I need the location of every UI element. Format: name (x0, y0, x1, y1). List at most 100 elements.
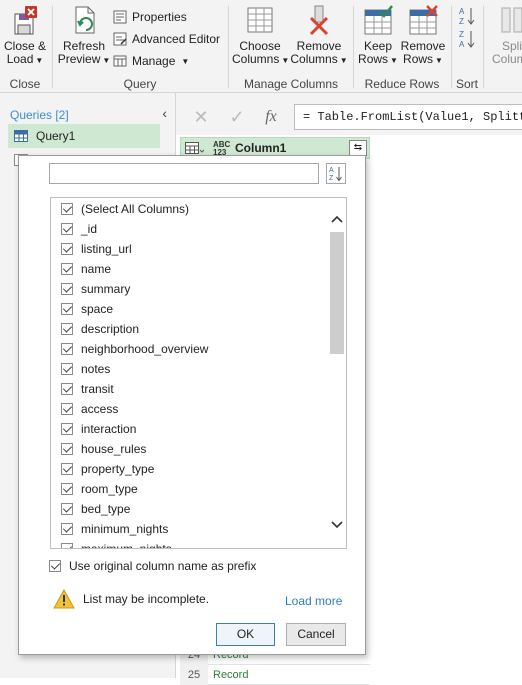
svg-text:Z: Z (459, 17, 464, 26)
table-row[interactable]: 25 Record (180, 665, 370, 685)
checkbox[interactable] (61, 443, 73, 455)
list-item[interactable]: name (51, 259, 328, 279)
list-item[interactable]: space (51, 299, 328, 319)
prefix-checkbox[interactable] (49, 560, 61, 572)
list-item-label: name (81, 262, 112, 276)
remove-rows-label2: Rows (403, 52, 434, 66)
svg-text:A: A (459, 7, 465, 16)
checkbox[interactable] (61, 323, 73, 335)
cancel-formula-icon[interactable]: ✕ (186, 105, 216, 129)
reduce-rows-group: Keep Rows ▼ Remove Rows ▼ Reduce Rows (354, 0, 450, 93)
checkbox[interactable] (61, 403, 73, 415)
properties-button[interactable]: Properties (112, 7, 187, 27)
list-item-label: transit (81, 382, 114, 396)
list-item[interactable]: description (51, 319, 328, 339)
queries-header: Queries [2] (10, 108, 69, 122)
list-item[interactable]: minimum_nights (51, 519, 328, 539)
load-more-link[interactable]: Load more (285, 594, 342, 608)
column-list[interactable]: (Select All Columns) _id listing_url nam… (50, 197, 347, 549)
chevron-up-icon[interactable] (328, 212, 346, 226)
sort-az-icon: AZ (329, 167, 342, 182)
list-item[interactable]: transit (51, 379, 328, 399)
choose-columns-label2: Columns (232, 52, 280, 66)
checkbox[interactable] (61, 483, 73, 495)
list-item[interactable]: house_rules (51, 439, 328, 459)
list-item[interactable]: interaction (51, 419, 328, 439)
svg-text:Z: Z (329, 175, 334, 182)
checkbox[interactable] (61, 383, 73, 395)
svg-text:Z: Z (459, 30, 464, 39)
checkbox[interactable] (61, 223, 73, 235)
list-item[interactable]: bed_type (51, 499, 328, 519)
remove-columns-icon (309, 5, 329, 36)
list-item[interactable]: summary (51, 279, 328, 299)
checkbox[interactable] (61, 243, 73, 255)
ok-button[interactable]: OK (216, 623, 275, 646)
chevron-down-icon[interactable] (328, 518, 346, 532)
collapse-pane-icon[interactable]: ‹ (162, 105, 167, 121)
checkbox[interactable] (61, 263, 73, 275)
fx-icon[interactable]: fx (256, 105, 286, 129)
checkbox[interactable] (61, 283, 73, 295)
commit-formula-icon[interactable]: ✓ (222, 105, 252, 129)
query-group: Refresh Preview ▼ Properties Advanced Edi… (54, 0, 226, 93)
list-item[interactable]: notes (51, 359, 328, 379)
checkbox[interactable] (61, 463, 73, 475)
checkbox[interactable] (61, 363, 73, 375)
list-item[interactable]: maximum_nights (51, 539, 328, 548)
sort-descending-button[interactable]: ZA (458, 28, 476, 50)
checkbox[interactable] (61, 543, 73, 548)
remove-rows-icon (409, 5, 438, 35)
list-item[interactable]: property_type (51, 459, 328, 479)
query-item-label: Query1 (36, 129, 76, 143)
checkbox[interactable] (61, 343, 73, 355)
checkbox[interactable] (61, 423, 73, 435)
properties-label: Properties (132, 10, 187, 24)
cell-value[interactable]: Record (213, 665, 248, 685)
row-number: 25 (180, 665, 208, 685)
refresh-label2: Preview (57, 52, 101, 66)
checkbox[interactable] (61, 503, 73, 515)
list-item-label: space (81, 302, 114, 316)
list-item[interactable]: room_type (51, 479, 328, 499)
search-columns-input[interactable] (49, 163, 319, 184)
close-load-label2: Load (6, 52, 34, 66)
expand-column-icon[interactable]: ⇆ (349, 140, 367, 156)
list-item[interactable]: (Select All Columns) (51, 199, 328, 219)
warning-icon (53, 589, 75, 609)
list-item-label: description (81, 322, 140, 336)
list-item[interactable]: listing_url (51, 239, 328, 259)
remove-rows-button[interactable]: Remove Rows ▼ (400, 4, 446, 67)
formula-input[interactable]: = Table.FromList(Value1, Splitter (294, 104, 522, 130)
chevron-down-icon: ▼ (281, 56, 290, 65)
split-column-button[interactable]: Split Column (490, 4, 522, 66)
list-item[interactable]: access (51, 399, 328, 419)
checkbox[interactable] (61, 303, 73, 315)
manage-columns-group: Choose Columns ▼ Remove Columns ▼ Manage C… (230, 0, 352, 93)
sort-ascending-button[interactable]: AZ (458, 5, 476, 27)
list-scrollbar[interactable] (328, 198, 346, 548)
close-load-button[interactable]: Close & Load ▼ (2, 4, 48, 67)
table-menu-icon[interactable] (185, 142, 205, 156)
query-item[interactable]: Query1 (8, 124, 160, 148)
checkbox[interactable] (61, 203, 73, 215)
refresh-preview-button[interactable]: Refresh Preview ▼ (56, 4, 112, 67)
manage-button[interactable]: Manage ▼ (112, 51, 189, 71)
scrollbar-thumb[interactable] (330, 232, 344, 354)
cancel-button[interactable]: Cancel (286, 623, 346, 646)
keep-rows-button[interactable]: Keep Rows ▼ (356, 4, 400, 67)
checkbox[interactable] (61, 523, 73, 535)
remove-columns-button[interactable]: Remove Columns ▼ (290, 4, 348, 67)
list-item-label: listing_url (81, 242, 132, 256)
sort-ascending-icon: AZ (459, 7, 475, 26)
advanced-editor-label: Advanced Editor (132, 32, 221, 46)
list-item[interactable]: neighborhood_overview (51, 339, 328, 359)
sort-az-button[interactable]: AZ (326, 163, 346, 184)
keep-rows-icon (364, 5, 393, 35)
close-group: Close & Load ▼ Close (0, 0, 50, 93)
choose-columns-button[interactable]: Choose Columns ▼ (232, 4, 290, 67)
list-item[interactable]: _id (51, 219, 328, 239)
advanced-editor-button[interactable]: Advanced Editor (112, 29, 220, 49)
warning-row: List may be incomplete. (53, 589, 209, 609)
prefix-option[interactable]: Use original column name as prefix (49, 559, 256, 573)
